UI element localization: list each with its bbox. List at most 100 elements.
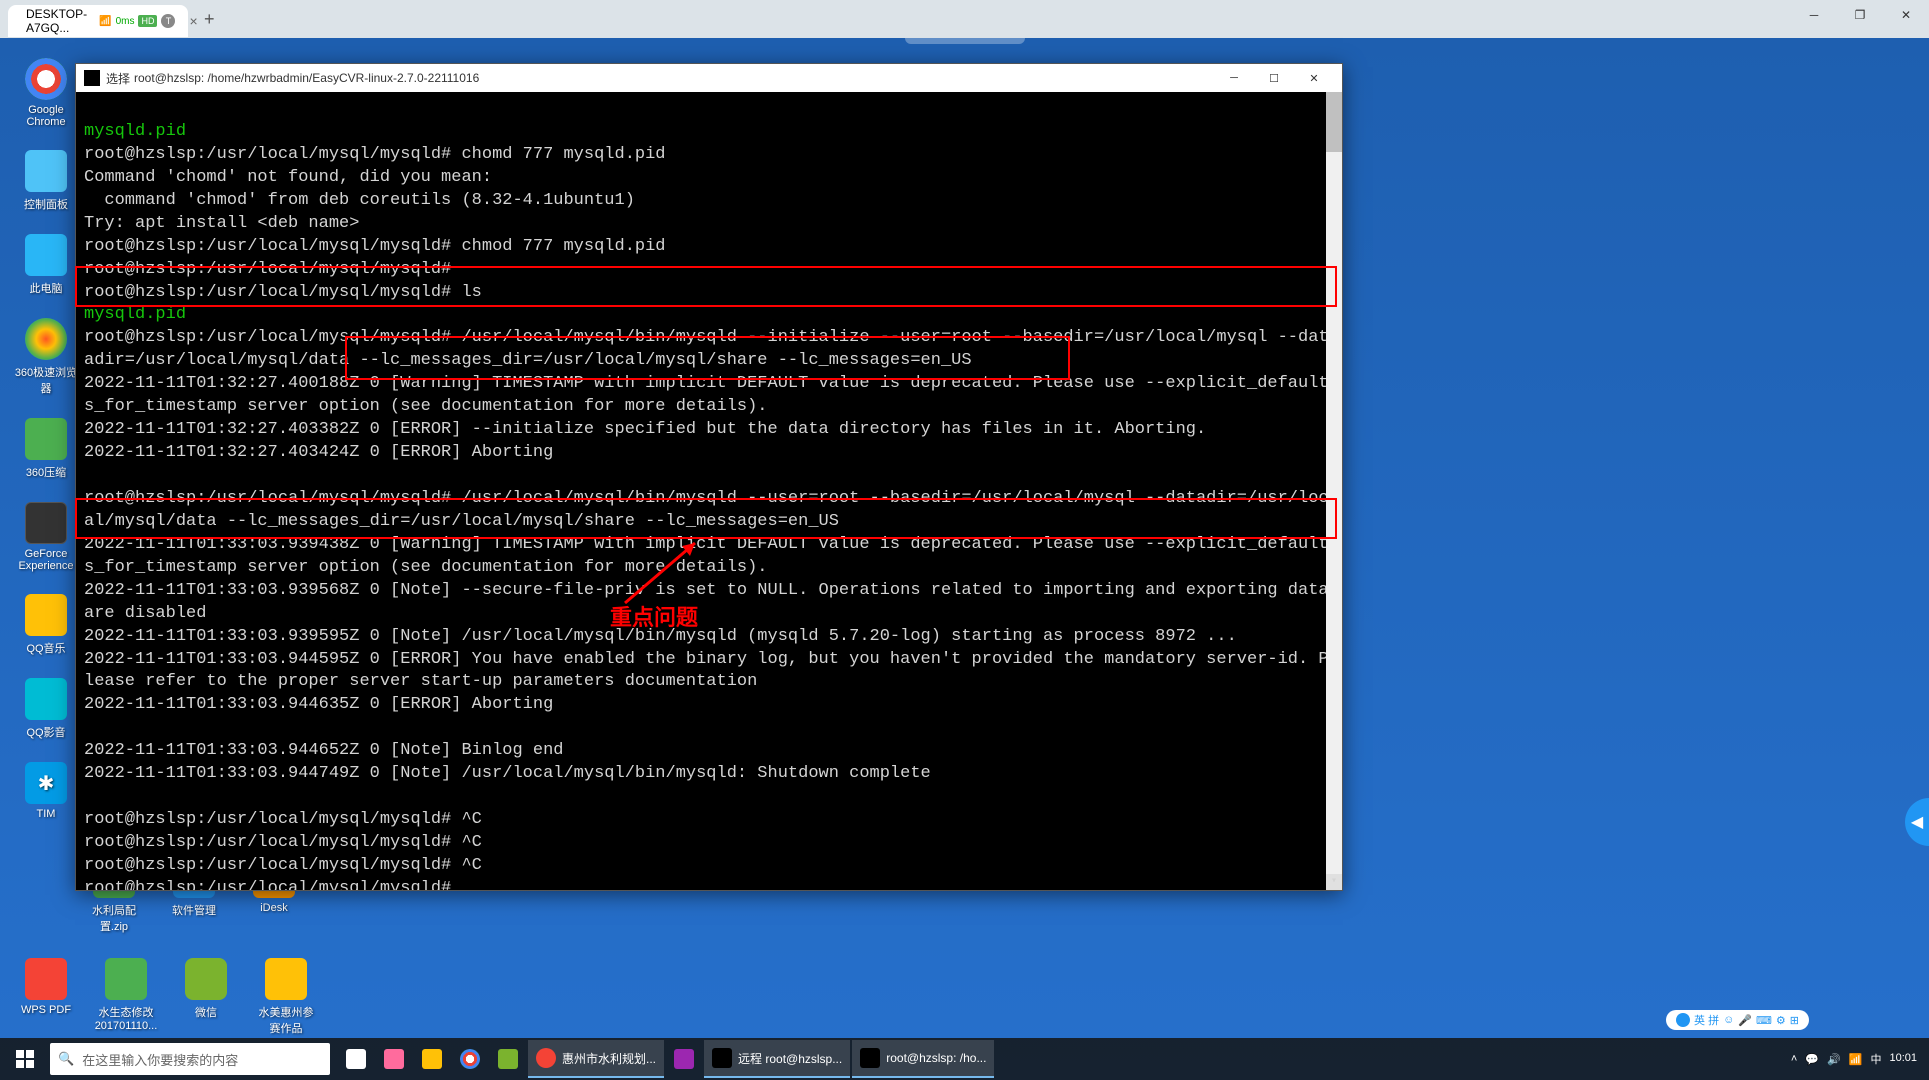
- maximize-button[interactable]: ❐: [1837, 0, 1883, 30]
- tray-network-icon[interactable]: 📶: [1849, 1053, 1863, 1066]
- desktop-icons-column: Google Chrome 控制面板 此电脑 360极速浏览器 360压缩 Ge…: [14, 58, 78, 820]
- sidebar-widget-button[interactable]: ◀: [1905, 798, 1929, 846]
- desktop-icon-360zip[interactable]: 360压缩: [14, 418, 78, 480]
- taskbar-item-wechat[interactable]: [490, 1040, 526, 1078]
- ime-mic-icon[interactable]: 🎤: [1738, 1014, 1752, 1027]
- ime-settings-icon[interactable]: ⚙: [1776, 1014, 1786, 1027]
- terminal-titlebar[interactable]: 选择 root@hzslsp: /home/hzwrbadmin/EasyCVR…: [76, 64, 1342, 92]
- taskbar: 🔍 在这里输入你要搜索的内容 惠州市水利规划... 远程 root@hzslsp…: [0, 1038, 1929, 1080]
- search-placeholder: 在这里输入你要搜索的内容: [82, 1050, 238, 1069]
- term-line: mysqld.pid: [84, 305, 186, 324]
- tb-label: root@hzslsp: /ho...: [886, 1051, 986, 1065]
- taskbar-item-app2[interactable]: [666, 1040, 702, 1078]
- icon-label: 360极速浏览器: [14, 364, 78, 396]
- desktop-icon-folder[interactable]: 水美惠州参赛作品: [254, 958, 318, 1036]
- ime-more-icon[interactable]: ⊞: [1790, 1014, 1799, 1027]
- icon-label: 水利局配置.zip: [82, 902, 146, 934]
- desktop-icon-chrome[interactable]: Google Chrome: [14, 58, 78, 128]
- tray-ime-icon[interactable]: 中: [1870, 1051, 1881, 1067]
- new-tab-button[interactable]: +: [196, 5, 223, 34]
- taskbar-item-terminal[interactable]: root@hzslsp: /ho...: [852, 1040, 994, 1078]
- scrollbar-thumb[interactable]: [1326, 92, 1342, 152]
- desktop-icon-wps[interactable]: WPS PDF: [14, 958, 78, 1036]
- tray-icon-2[interactable]: 🔊: [1827, 1053, 1841, 1066]
- term-line: 2022-11-11T01:33:03.939568Z 0 [Note] --s…: [84, 581, 1339, 623]
- term-line: root@hzslsp:/usr/local/mysql/mysqld# chm…: [84, 237, 666, 256]
- term-line: Command 'chomd' not found, did you mean:: [84, 168, 492, 187]
- terminal-title: root@hzslsp: /home/hzwrbadmin/EasyCVR-li…: [134, 71, 479, 85]
- browser-tab[interactable]: DESKTOP-A7GQ... 📶 0ms HD T ×: [8, 5, 188, 37]
- icon-label: 水美惠州参赛作品: [254, 1004, 318, 1036]
- term-line: root@hzslsp:/usr/local/mysql/mysqld# ^C: [84, 833, 482, 852]
- control-panel-icon: [25, 150, 67, 192]
- ime-floating: 英 拼 ☺ 🎤 ⌨ ⚙ ⊞: [1666, 1010, 1809, 1030]
- search-icon: 🔍: [58, 1051, 74, 1067]
- desktop-icon-wechat[interactable]: 微信: [174, 958, 238, 1036]
- terminal-maximize-button[interactable]: ☐: [1254, 66, 1294, 90]
- tb-label: 远程 root@hzslsp...: [738, 1050, 842, 1067]
- desktop-icon-360browser[interactable]: 360极速浏览器: [14, 318, 78, 396]
- term-line: root@hzslsp:/usr/local/mysql/mysqld# ls: [84, 283, 482, 302]
- ime-emoji-icon[interactable]: ☺: [1723, 1014, 1734, 1026]
- terminal-titlebar-icon: [84, 70, 100, 86]
- terminal-window-controls: ─ ☐ ✕: [1214, 66, 1334, 90]
- icon-label: GeForce Experience: [14, 548, 78, 572]
- taskbar-search[interactable]: 🔍 在这里输入你要搜索的内容: [50, 1043, 330, 1075]
- icon-label: QQ音乐: [14, 640, 78, 656]
- browser-360-icon: [25, 318, 67, 360]
- desktop-icon-qqmusic[interactable]: QQ音乐: [14, 594, 78, 656]
- term-line: root@hzslsp:/usr/local/mysql/mysqld# ^C: [84, 856, 482, 875]
- close-button[interactable]: ✕: [1883, 0, 1929, 30]
- taskbar-item-remote[interactable]: 远程 root@hzslsp...: [704, 1040, 850, 1078]
- ime-pill[interactable]: 英 拼 ☺ 🎤 ⌨ ⚙ ⊞: [1666, 1010, 1809, 1030]
- tray-chevron-icon[interactable]: ˄: [1791, 1053, 1797, 1065]
- term-line: 2022-11-11T01:32:27.400188Z 0 [Warning] …: [84, 374, 1329, 416]
- tab-title: DESKTOP-A7GQ...: [26, 7, 87, 35]
- tray-icon-1[interactable]: 💬: [1805, 1053, 1819, 1066]
- desktop-icon-geforce[interactable]: GeForce Experience: [14, 502, 78, 572]
- terminal-content[interactable]: mysqld.pid root@hzslsp:/usr/local/mysql/…: [76, 92, 1342, 890]
- taskbar-item-explorer[interactable]: [414, 1040, 450, 1078]
- tray-clock[interactable]: 10:01: [1889, 1052, 1917, 1065]
- icon-label: WPS PDF: [14, 1004, 78, 1016]
- taskbar-item-app1[interactable]: [376, 1040, 412, 1078]
- hd-badge: HD: [138, 15, 157, 27]
- app-icon: [674, 1049, 694, 1069]
- taskbar-item-chrome[interactable]: [452, 1040, 488, 1078]
- terminal-scrollbar[interactable]: ▾: [1326, 92, 1342, 890]
- qqmusic-icon: [25, 594, 67, 636]
- wps-icon: [25, 958, 67, 1000]
- start-button[interactable]: [4, 1038, 46, 1080]
- icon-label: 软件管理: [162, 902, 226, 918]
- remote-desktop: Google Chrome 控制面板 此电脑 360极速浏览器 360压缩 Ge…: [0, 38, 1929, 1080]
- browser-header: DESKTOP-A7GQ... 📶 0ms HD T × + ─ ❐ ✕: [0, 0, 1929, 38]
- ime-keyboard-icon[interactable]: ⌨: [1756, 1014, 1772, 1027]
- computer-icon: [25, 234, 67, 276]
- wechat-icon: [185, 958, 227, 1000]
- taskbar-item-taskview[interactable]: [338, 1040, 374, 1078]
- terminal-close-button[interactable]: ✕: [1294, 66, 1334, 90]
- rdp-toolbar-handle[interactable]: [905, 38, 1025, 44]
- term-line: 2022-11-11T01:32:27.403382Z 0 [ERROR] --…: [84, 420, 1206, 439]
- desktop-icon-tim[interactable]: ✱TIM: [14, 762, 78, 820]
- term-line: root@hzslsp:/usr/local/mysql/mysqld# /us…: [84, 489, 1329, 531]
- icon-label: QQ影音: [14, 724, 78, 740]
- icon-label: 水生态修改201701110...: [94, 1004, 158, 1032]
- taskbar-item-browser[interactable]: 惠州市水利规划...: [528, 1040, 664, 1078]
- desktop-icon-this-pc[interactable]: 此电脑: [14, 234, 78, 296]
- doc-icon: [105, 958, 147, 1000]
- minimize-button[interactable]: ─: [1791, 0, 1837, 30]
- desktop-icon-qqvideo[interactable]: QQ影音: [14, 678, 78, 740]
- term-line: root@hzslsp:/usr/local/mysql/mysqld#: [84, 260, 451, 279]
- folder-icon: [265, 958, 307, 1000]
- terminal-minimize-button[interactable]: ─: [1214, 66, 1254, 90]
- term-line: command 'chmod' from deb coreutils (8.32…: [84, 191, 635, 210]
- qqvideo-icon: [25, 678, 67, 720]
- scrollbar-down-icon[interactable]: ▾: [1326, 874, 1342, 890]
- terminal-window: 选择 root@hzslsp: /home/hzwrbadmin/EasyCVR…: [75, 63, 1343, 891]
- term-line: 2022-11-11T01:33:03.944652Z 0 [Note] Bin…: [84, 741, 563, 760]
- chrome-icon: [25, 58, 67, 100]
- desktop-icon-control-panel[interactable]: 控制面板: [14, 150, 78, 212]
- desktop-icon-waterdoc[interactable]: 水生态修改201701110...: [94, 958, 158, 1036]
- icon-label: 360压缩: [14, 464, 78, 480]
